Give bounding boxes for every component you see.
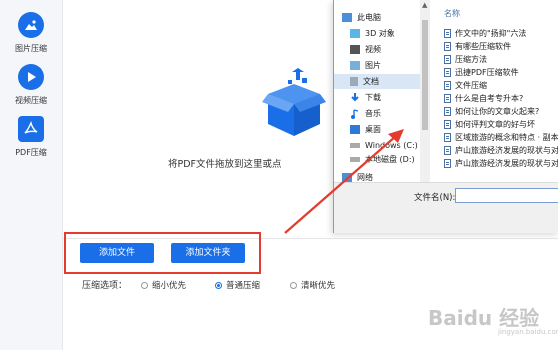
annotation-arrow (284, 129, 404, 234)
baidu-watermark: Baidu 经验 (428, 306, 540, 330)
baidu-watermark-url: jingyan.baidu.com (498, 328, 558, 336)
